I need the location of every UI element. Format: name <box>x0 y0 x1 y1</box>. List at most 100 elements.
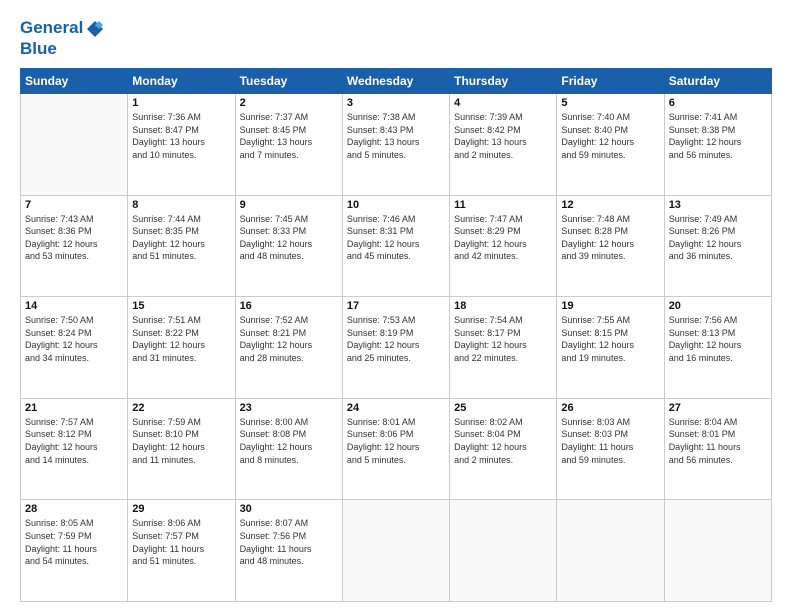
day-number: 15 <box>132 300 230 312</box>
calendar-cell: 6 Sunrise: 7:41 AM Sunset: 8:38 PM Daylig… <box>664 94 771 196</box>
day-info: Sunrise: 8:06 AM Sunset: 7:57 PM Dayligh… <box>132 517 230 567</box>
calendar-cell: 2 Sunrise: 7:37 AM Sunset: 8:45 PM Daylig… <box>235 94 342 196</box>
calendar-table: SundayMondayTuesdayWednesdayThursdayFrid… <box>20 68 772 602</box>
day-info: Sunrise: 7:46 AM Sunset: 8:31 PM Dayligh… <box>347 213 445 263</box>
day-number: 19 <box>561 300 659 312</box>
calendar-cell: 18 Sunrise: 7:54 AM Sunset: 8:17 PM Dayli… <box>450 297 557 399</box>
day-number: 6 <box>669 97 767 109</box>
day-number: 18 <box>454 300 552 312</box>
calendar-cell <box>21 94 128 196</box>
weekday-header-thursday: Thursday <box>450 69 557 94</box>
calendar-cell: 10 Sunrise: 7:46 AM Sunset: 8:31 PM Dayli… <box>342 195 449 297</box>
day-info: Sunrise: 7:51 AM Sunset: 8:22 PM Dayligh… <box>132 314 230 364</box>
calendar-cell: 16 Sunrise: 7:52 AM Sunset: 8:21 PM Dayli… <box>235 297 342 399</box>
weekday-header-wednesday: Wednesday <box>342 69 449 94</box>
calendar-cell: 20 Sunrise: 7:56 AM Sunset: 8:13 PM Dayli… <box>664 297 771 399</box>
calendar-cell: 5 Sunrise: 7:40 AM Sunset: 8:40 PM Daylig… <box>557 94 664 196</box>
weekday-header-tuesday: Tuesday <box>235 69 342 94</box>
calendar-cell <box>664 500 771 602</box>
calendar-cell: 14 Sunrise: 7:50 AM Sunset: 8:24 PM Dayli… <box>21 297 128 399</box>
calendar-cell: 24 Sunrise: 8:01 AM Sunset: 8:06 PM Dayli… <box>342 398 449 500</box>
day-info: Sunrise: 7:53 AM Sunset: 8:19 PM Dayligh… <box>347 314 445 364</box>
calendar-cell: 3Sunrise: 7:38 AM Sunset: 8:43 PM Daylig… <box>342 94 449 196</box>
header: General Blue <box>20 18 772 58</box>
day-info: Sunrise: 7:38 AM Sunset: 8:43 PM Dayligh… <box>347 111 445 161</box>
day-number: 10 <box>347 199 445 211</box>
day-number: 24 <box>347 402 445 414</box>
calendar-cell: 7 Sunrise: 7:43 AM Sunset: 8:36 PM Daylig… <box>21 195 128 297</box>
day-number: 17 <box>347 300 445 312</box>
day-number: 7 <box>25 199 123 211</box>
day-number: 5 <box>561 97 659 109</box>
calendar-week-row: 7 Sunrise: 7:43 AM Sunset: 8:36 PM Daylig… <box>21 195 772 297</box>
page: General Blue SundayMondayTuesdayWednesda… <box>0 0 792 612</box>
day-number: 22 <box>132 402 230 414</box>
weekday-header-sunday: Sunday <box>21 69 128 94</box>
day-info: Sunrise: 8:02 AM Sunset: 8:04 PM Dayligh… <box>454 416 552 466</box>
calendar-week-row: 14 Sunrise: 7:50 AM Sunset: 8:24 PM Dayli… <box>21 297 772 399</box>
day-number: 8 <box>132 199 230 211</box>
day-info: Sunrise: 7:36 AM Sunset: 8:47 PM Dayligh… <box>132 111 230 161</box>
calendar-cell: 4Sunrise: 7:39 AM Sunset: 8:42 PM Daylig… <box>450 94 557 196</box>
calendar-cell: 8Sunrise: 7:44 AM Sunset: 8:35 PM Daylig… <box>128 195 235 297</box>
calendar-cell: 12Sunrise: 7:48 AM Sunset: 8:28 PM Dayli… <box>557 195 664 297</box>
calendar-cell: 17 Sunrise: 7:53 AM Sunset: 8:19 PM Dayli… <box>342 297 449 399</box>
day-number: 9 <box>240 199 338 211</box>
logo-blue: Blue <box>20 39 105 59</box>
calendar-week-row: 28 Sunrise: 8:05 AM Sunset: 7:59 PM Dayli… <box>21 500 772 602</box>
logo-text: General Blue <box>20 18 105 58</box>
logo-icon <box>85 19 105 39</box>
day-number: 11 <box>454 199 552 211</box>
day-number: 13 <box>669 199 767 211</box>
calendar-cell: 28 Sunrise: 8:05 AM Sunset: 7:59 PM Dayli… <box>21 500 128 602</box>
day-info: Sunrise: 7:40 AM Sunset: 8:40 PM Dayligh… <box>561 111 659 161</box>
calendar-cell: 1 Sunrise: 7:36 AM Sunset: 8:47 PM Daylig… <box>128 94 235 196</box>
day-number: 1 <box>132 97 230 109</box>
day-info: Sunrise: 7:41 AM Sunset: 8:38 PM Dayligh… <box>669 111 767 161</box>
calendar-cell: 19Sunrise: 7:55 AM Sunset: 8:15 PM Dayli… <box>557 297 664 399</box>
day-info: Sunrise: 7:59 AM Sunset: 8:10 PM Dayligh… <box>132 416 230 466</box>
day-info: Sunrise: 8:03 AM Sunset: 8:03 PM Dayligh… <box>561 416 659 466</box>
logo: General Blue <box>20 18 105 58</box>
day-info: Sunrise: 8:00 AM Sunset: 8:08 PM Dayligh… <box>240 416 338 466</box>
calendar-cell: 30 Sunrise: 8:07 AM Sunset: 7:56 PM Dayli… <box>235 500 342 602</box>
calendar-cell: 26 Sunrise: 8:03 AM Sunset: 8:03 PM Dayli… <box>557 398 664 500</box>
day-info: Sunrise: 7:57 AM Sunset: 8:12 PM Dayligh… <box>25 416 123 466</box>
day-info: Sunrise: 7:54 AM Sunset: 8:17 PM Dayligh… <box>454 314 552 364</box>
day-info: Sunrise: 7:37 AM Sunset: 8:45 PM Dayligh… <box>240 111 338 161</box>
calendar-week-row: 1 Sunrise: 7:36 AM Sunset: 8:47 PM Daylig… <box>21 94 772 196</box>
weekday-header-friday: Friday <box>557 69 664 94</box>
day-info: Sunrise: 7:52 AM Sunset: 8:21 PM Dayligh… <box>240 314 338 364</box>
logo-general: General <box>20 18 83 37</box>
day-number: 2 <box>240 97 338 109</box>
day-number: 28 <box>25 503 123 515</box>
day-info: Sunrise: 7:43 AM Sunset: 8:36 PM Dayligh… <box>25 213 123 263</box>
calendar-cell: 21 Sunrise: 7:57 AM Sunset: 8:12 PM Dayli… <box>21 398 128 500</box>
day-info: Sunrise: 7:56 AM Sunset: 8:13 PM Dayligh… <box>669 314 767 364</box>
day-number: 12 <box>561 199 659 211</box>
day-info: Sunrise: 7:45 AM Sunset: 8:33 PM Dayligh… <box>240 213 338 263</box>
day-number: 30 <box>240 503 338 515</box>
day-number: 4 <box>454 97 552 109</box>
calendar-cell: 15 Sunrise: 7:51 AM Sunset: 8:22 PM Dayli… <box>128 297 235 399</box>
day-number: 26 <box>561 402 659 414</box>
day-info: Sunrise: 8:05 AM Sunset: 7:59 PM Dayligh… <box>25 517 123 567</box>
day-info: Sunrise: 8:04 AM Sunset: 8:01 PM Dayligh… <box>669 416 767 466</box>
day-number: 23 <box>240 402 338 414</box>
day-info: Sunrise: 8:07 AM Sunset: 7:56 PM Dayligh… <box>240 517 338 567</box>
calendar-cell <box>342 500 449 602</box>
day-info: Sunrise: 7:50 AM Sunset: 8:24 PM Dayligh… <box>25 314 123 364</box>
day-info: Sunrise: 7:47 AM Sunset: 8:29 PM Dayligh… <box>454 213 552 263</box>
day-number: 16 <box>240 300 338 312</box>
calendar-week-row: 21 Sunrise: 7:57 AM Sunset: 8:12 PM Dayli… <box>21 398 772 500</box>
day-number: 21 <box>25 402 123 414</box>
weekday-header-saturday: Saturday <box>664 69 771 94</box>
calendar-cell <box>557 500 664 602</box>
day-number: 14 <box>25 300 123 312</box>
day-number: 20 <box>669 300 767 312</box>
calendar-cell: 9 Sunrise: 7:45 AM Sunset: 8:33 PM Daylig… <box>235 195 342 297</box>
day-info: Sunrise: 8:01 AM Sunset: 8:06 PM Dayligh… <box>347 416 445 466</box>
calendar-cell: 25Sunrise: 8:02 AM Sunset: 8:04 PM Dayli… <box>450 398 557 500</box>
calendar-cell: 29Sunrise: 8:06 AM Sunset: 7:57 PM Dayli… <box>128 500 235 602</box>
calendar-header-row: SundayMondayTuesdayWednesdayThursdayFrid… <box>21 69 772 94</box>
